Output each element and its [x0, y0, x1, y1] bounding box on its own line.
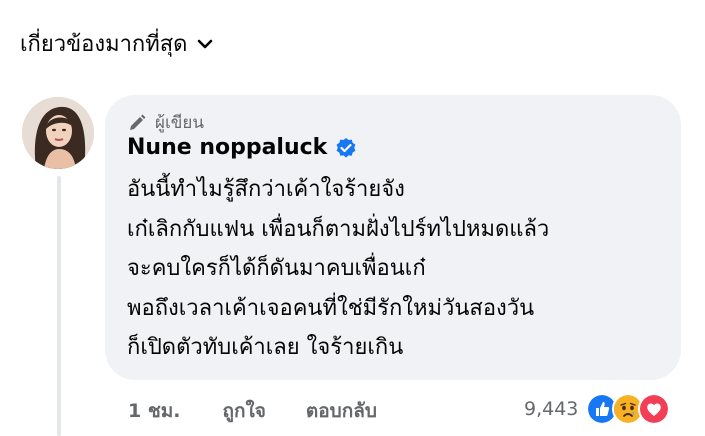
avatar[interactable] — [22, 97, 94, 169]
comment-line: ก็เปิดตัวทับเค้าเลย ใจร้ายเกิน — [127, 335, 404, 360]
comment-actions: 1 ชม. ถูกใจ ตอบกลับ — [128, 396, 417, 426]
love-icon — [638, 393, 671, 425]
verified-badge-icon — [336, 137, 356, 158]
comment-line: พอถึงเวลาเค้าเจอคนที่ใช่มีรักใหม่วันสองว… — [127, 295, 535, 321]
chevron-down-icon — [198, 39, 213, 48]
avatar-photo — [22, 97, 94, 169]
author-badge-label: ผู้เขียน — [155, 113, 204, 133]
thread-line — [57, 176, 61, 436]
sort-dropdown[interactable]: เกี่ยวข้องมากที่สุด — [20, 26, 213, 61]
reactions-summary[interactable]: 9,443 — [524, 393, 671, 425]
pencil-icon — [130, 114, 146, 130]
comment-text: อันนี้ทำไมรู้สึกว่าเค้าใจร้ายจัง เก๋เลิก… — [127, 170, 667, 368]
comment-line: อันนี้ทำไมรู้สึกว่าเค้าใจร้ายจัง — [127, 177, 405, 202]
author-badge: ผู้เขียน — [127, 109, 204, 136]
reaction-count: 9,443 — [524, 398, 579, 420]
reply-button[interactable]: ตอบกลับ — [306, 396, 377, 426]
sort-label: เกี่ยวข้องมากที่สุด — [20, 32, 188, 57]
comment-line: จะคบใครก็ได้ก็ดันมาคบเพื่อนเก๋ — [127, 256, 426, 281]
like-button[interactable]: ถูกใจ — [222, 396, 265, 426]
timestamp[interactable]: 1 ชม. — [128, 396, 180, 426]
author-name[interactable]: Nune noppaluck — [127, 135, 327, 160]
comment-bubble: ผู้เขียน Nune noppaluck อันนี้ทำไมรู้สึก… — [105, 95, 681, 380]
comment-line: เก๋เลิกกับแฟน เพื่อนก็ตามฝั่งไปร์ทไปหมดแ… — [127, 216, 550, 242]
